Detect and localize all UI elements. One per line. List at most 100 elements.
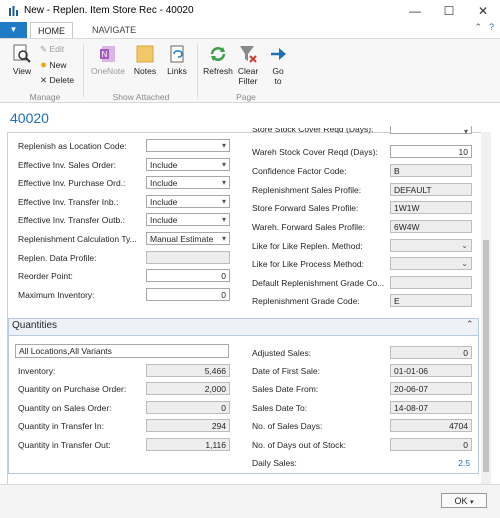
effective-inv-sales-order-label: Effective Inv. Sales Order: — [18, 160, 116, 170]
effective-inv-transfer-inb-dropdown[interactable]: Include ▾ — [146, 195, 230, 208]
maximize-button[interactable]: ☐ — [432, 0, 466, 22]
delete-icon: ✕ — [40, 75, 48, 85]
view-button[interactable]: View — [9, 44, 35, 76]
ok-label: OK — [454, 496, 468, 506]
edit-button[interactable]: ✎ Edit — [40, 44, 64, 55]
sales-date-to-label: Sales Date To: — [252, 403, 308, 413]
replenishment-grade-code-label: Replenishment Grade Code: — [252, 296, 360, 306]
goto-label-1: Go — [272, 66, 284, 76]
sales-date-to-field: 14-08-07 — [390, 401, 472, 414]
links-icon — [170, 45, 184, 63]
location-variant-filter-field[interactable]: All Locations,All Variants — [15, 344, 229, 358]
tab-home[interactable]: HOME — [30, 22, 73, 39]
tab-navigate[interactable]: NAVIGATE — [85, 22, 143, 38]
arrow-right-icon — [271, 48, 286, 60]
chevron-down-icon: ▾ — [470, 499, 474, 506]
sales-date-from-field: 20-06-07 — [390, 382, 472, 395]
replen-data-profile-field — [146, 251, 230, 264]
quantity-on-sales-order-label: Quantity on Sales Order: — [18, 403, 112, 413]
default-replenishment-grade-code-field — [390, 276, 472, 289]
reorder-point-field[interactable]: 0 — [146, 269, 230, 282]
goto-button[interactable]: Go to — [268, 44, 288, 86]
field-value: Include — [150, 197, 178, 207]
view-label: View — [12, 66, 32, 76]
effective-inv-sales-order-dropdown[interactable]: Include ▾ — [146, 158, 230, 171]
onenote-label: OneNote — [90, 66, 126, 76]
partial-field[interactable]: ▾ — [390, 126, 472, 136]
chevron-up-icon[interactable]: ⌃ — [466, 319, 474, 330]
window-title: New - Replen. Item Store Rec - 40020 — [24, 5, 194, 16]
quantities-header[interactable] — [8, 318, 479, 336]
delete-button[interactable]: ✕ Delete — [40, 75, 74, 86]
replenish-as-location-code-label: Replenish as Location Code: — [18, 141, 127, 151]
replenishment-calculation-type-label: Replenishment Calculation Ty... — [18, 234, 137, 244]
scrollbar-thumb[interactable] — [483, 240, 489, 472]
close-button[interactable]: ✕ — [466, 0, 500, 22]
quantity-on-purchase-order-field: 2,000 — [146, 382, 230, 395]
quantity-on-purchase-order-label: Quantity on Purchase Order: — [18, 384, 127, 394]
effective-inv-transfer-outb-dropdown[interactable]: Include ▾ — [146, 213, 230, 226]
group-show-attached: Show Attached — [112, 92, 170, 102]
no-of-sales-days-label: No. of Sales Days: — [252, 421, 323, 431]
clear-filter-label-2: Filter — [238, 76, 258, 86]
replenishment-sales-profile-field: DEFAULT — [390, 183, 472, 196]
onenote-button[interactable]: N OneNote — [90, 44, 126, 76]
chevron-down-icon: ▾ — [221, 234, 226, 243]
clear-filter-label-1: Clear — [237, 66, 259, 76]
no-of-days-out-of-stock-label: No. of Days out of Stock: — [252, 440, 347, 450]
wareh-forward-sales-profile-field: 6W4W — [390, 220, 472, 233]
chevron-down-icon: ⌄ — [461, 241, 468, 250]
group-manage: Manage — [29, 92, 61, 102]
clear-filter-icon — [240, 46, 257, 63]
view-icon — [13, 44, 31, 63]
page-title: 40020 — [10, 110, 49, 126]
quantity-in-transfer-in-field: 294 — [146, 419, 230, 432]
effective-inv-purchase-ord-dropdown[interactable]: Include ▾ — [146, 176, 230, 189]
replen-data-profile-label: Replen. Data Profile: — [18, 253, 97, 263]
confidence-factor-code-label: Confidence Factor Code: — [252, 166, 347, 176]
ribbon-separator — [83, 44, 84, 98]
ribbon-separator — [197, 44, 198, 98]
like-for-like-process-method-dropdown[interactable]: ⌄ — [390, 257, 472, 270]
chevron-down-icon: ⌄ — [461, 259, 468, 268]
notes-button[interactable]: Notes — [131, 44, 159, 76]
like-for-like-replen-method-dropdown[interactable]: ⌄ — [390, 239, 472, 252]
field-value: Include — [150, 160, 178, 170]
group-page: Page — [236, 92, 256, 102]
minimize-button[interactable]: — — [398, 0, 432, 22]
chevron-down-icon: ▾ — [221, 215, 226, 224]
replenish-as-location-code-dropdown[interactable]: ▾ — [146, 139, 230, 152]
notes-label: Notes — [133, 66, 157, 76]
replenishment-sales-profile-label: Replenishment Sales Profile: — [252, 185, 362, 195]
links-button[interactable]: Links — [164, 44, 190, 76]
app-menu-button[interactable]: ▼ — [0, 22, 27, 38]
chevron-down-icon: ▾ — [221, 160, 226, 169]
maximum-inventory-field[interactable]: 0 — [146, 288, 230, 301]
wareh-stock-cover-field[interactable]: 10 — [390, 145, 472, 158]
daily-sales-link[interactable]: 2.5 — [390, 458, 470, 468]
effective-inv-purchase-ord-label: Effective Inv. Purchase Ord.: — [18, 178, 126, 188]
refresh-label: Refresh — [203, 66, 233, 76]
wareh-stock-cover-label: Wareh Stock Cover Reqd (Days): — [252, 147, 378, 157]
like-for-like-process-method-label: Like for Like Process Method: — [252, 259, 364, 269]
ok-button[interactable]: OK ▾ — [441, 493, 487, 508]
replenishment-calculation-type-dropdown[interactable]: Manual Estimate ▾ — [146, 232, 230, 245]
replenishment-grade-code-field: E — [390, 294, 472, 307]
adjusted-sales-field: 0 — [390, 346, 472, 359]
help-icon[interactable]: ? — [489, 22, 494, 32]
partial-label: Store Stock Cover Reqd (Days): — [252, 128, 374, 134]
new-button[interactable]: ✸ New — [40, 60, 67, 71]
new-label: New — [49, 60, 67, 70]
clear-filter-button[interactable]: Clear Filter — [236, 44, 260, 86]
date-of-first-sale-label: Date of First Sale: — [252, 366, 321, 376]
date-of-first-sale-field: 01-01-06 — [390, 364, 472, 377]
quantities-title: Quantities — [12, 320, 58, 331]
field-value: Include — [150, 215, 178, 225]
links-label: Links — [167, 66, 187, 76]
chevron-down-icon: ▾ — [221, 141, 226, 150]
refresh-button[interactable]: Refresh — [202, 44, 234, 76]
ribbon-collapse-icon[interactable]: ⌃ — [474, 22, 482, 33]
effective-inv-transfer-outb-label: Effective Inv. Transfer Outb.: — [18, 215, 125, 225]
chevron-down-icon: ▾ — [221, 197, 226, 206]
refresh-icon — [210, 47, 226, 61]
